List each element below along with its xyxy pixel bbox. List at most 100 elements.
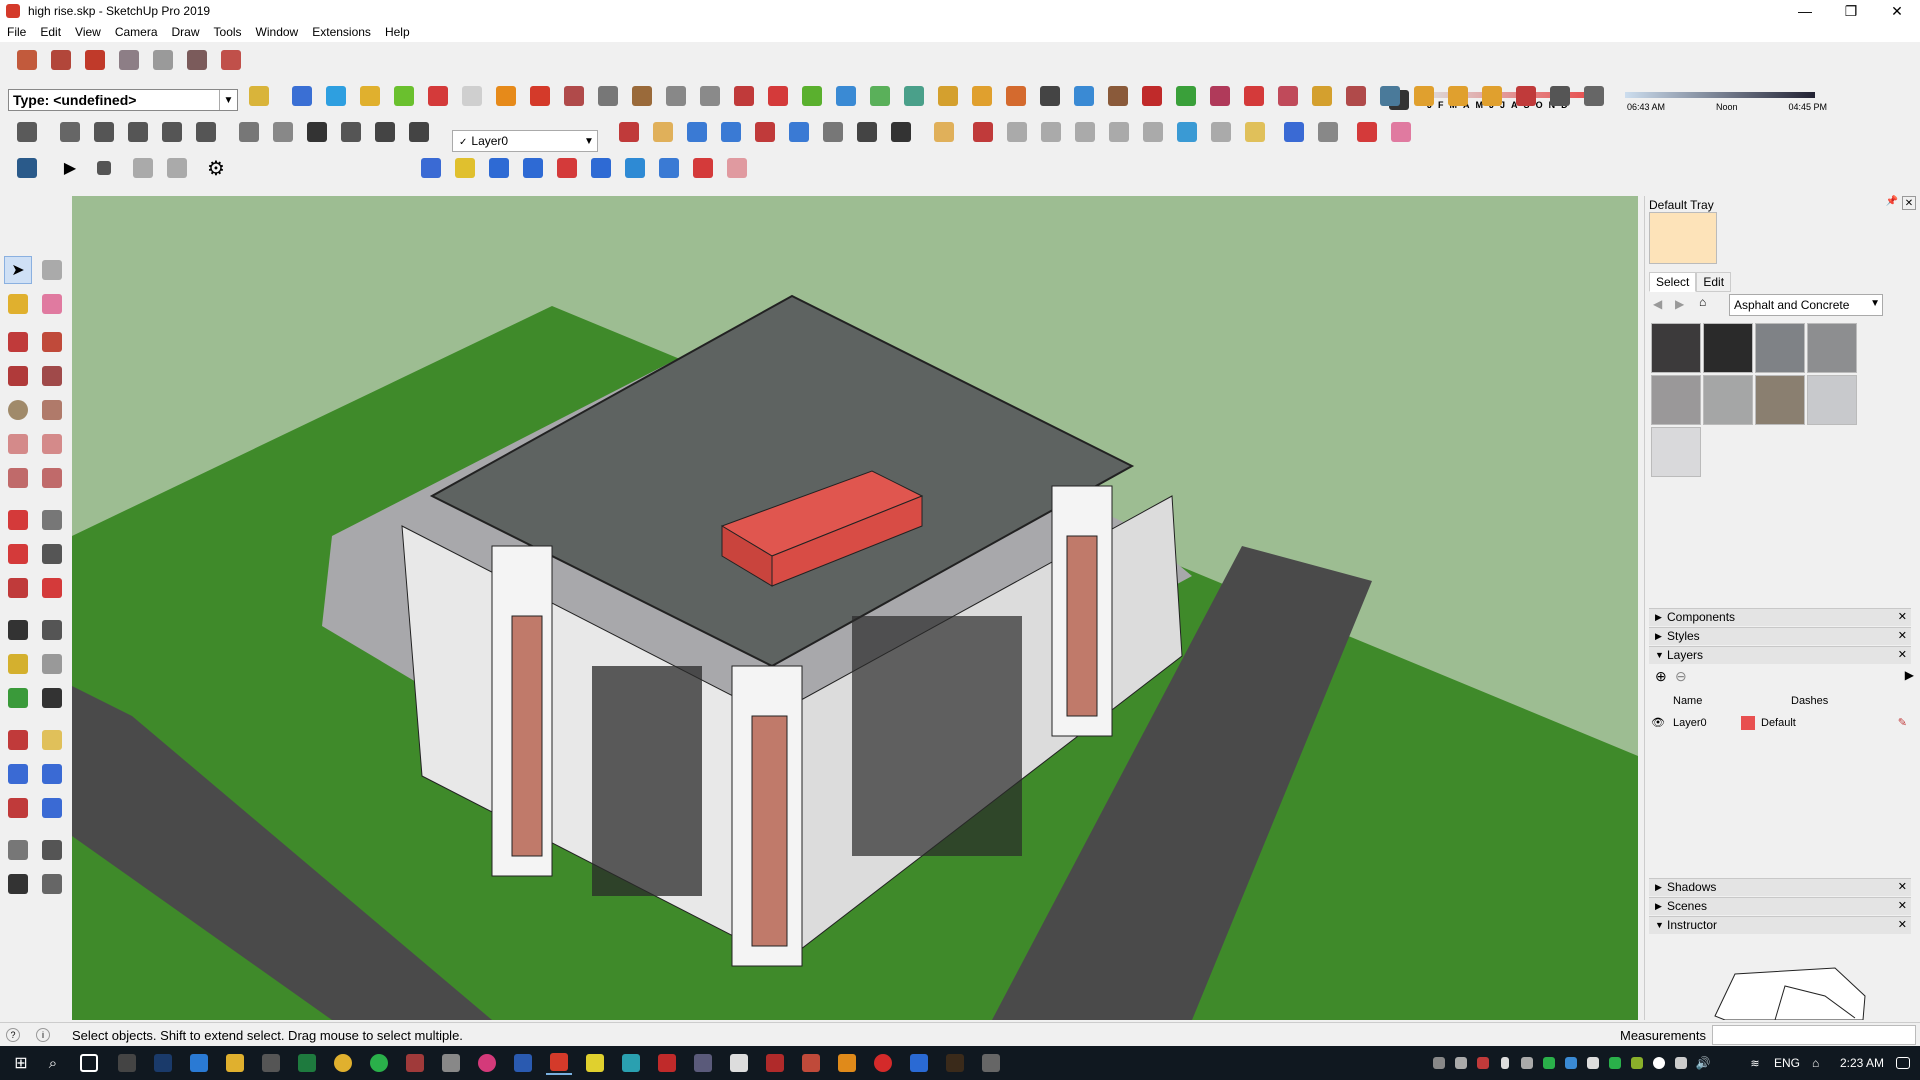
- task-view-icon[interactable]: [76, 1051, 102, 1075]
- loop-tool-button[interactable]: [492, 82, 520, 110]
- clock[interactable]: 2:23 AM: [1840, 1056, 1884, 1070]
- push-pull-tool[interactable]: [38, 506, 66, 534]
- eye-icon[interactable]: 👁: [1651, 716, 1665, 729]
- 3d-warehouse-button[interactable]: [13, 46, 41, 74]
- layer-dashes[interactable]: Default: [1761, 717, 1796, 729]
- curve-tool-button[interactable]: [696, 82, 724, 110]
- textured-style-button[interactable]: [371, 118, 399, 146]
- panel-instructor[interactable]: ▼ Instructor ✕: [1649, 916, 1911, 934]
- app-icon[interactable]: [618, 1051, 644, 1075]
- pan-tool-button[interactable]: [649, 118, 677, 146]
- word-icon[interactable]: [510, 1051, 536, 1075]
- layer-color-swatch[interactable]: [1741, 716, 1755, 730]
- material-browser-button[interactable]: [451, 154, 479, 182]
- dimension-tool[interactable]: [38, 616, 66, 644]
- scale-plus-button[interactable]: [832, 82, 860, 110]
- circle-tool-button[interactable]: [1037, 118, 1065, 146]
- close-button[interactable]: ✕: [1874, 0, 1920, 22]
- shell-button[interactable]: [458, 82, 486, 110]
- layer-details-icon[interactable]: ▶: [1905, 668, 1914, 682]
- store-icon[interactable]: [258, 1051, 284, 1075]
- volume-icon[interactable]: 🔊: [1690, 1051, 1716, 1075]
- zoom-tool-button[interactable]: [683, 118, 711, 146]
- chrome-icon[interactable]: [330, 1051, 356, 1075]
- flip-edge-button[interactable]: [217, 46, 245, 74]
- home-icon[interactable]: ⌂: [1699, 295, 1706, 309]
- rotate-tool[interactable]: [4, 540, 32, 568]
- position-camera-button[interactable]: [819, 118, 847, 146]
- solid-split-button[interactable]: [424, 82, 452, 110]
- material-collection-select[interactable]: Asphalt and Concrete ▼: [1729, 294, 1883, 316]
- component-options-button[interactable]: [13, 118, 41, 146]
- app-icon[interactable]: [474, 1051, 500, 1075]
- align-tool-button[interactable]: [587, 154, 615, 182]
- material-swatch[interactable]: [1807, 323, 1857, 373]
- rotated-rectangle-tool[interactable]: [38, 362, 66, 390]
- close-icon[interactable]: ✕: [1902, 196, 1916, 210]
- ellipse-tool-button[interactable]: [1105, 118, 1133, 146]
- clear-scene-button[interactable]: [163, 154, 191, 182]
- tile2-tool-button[interactable]: [1444, 82, 1472, 110]
- close-icon[interactable]: ✕: [1898, 899, 1907, 912]
- back-view-button[interactable]: [192, 118, 220, 146]
- material-swatch[interactable]: [1755, 323, 1805, 373]
- scale-tool[interactable]: [4, 574, 32, 602]
- previous-view-tool[interactable]: [38, 794, 66, 822]
- flip-tool-button[interactable]: [621, 154, 649, 182]
- extension-warehouse-button[interactable]: [81, 46, 109, 74]
- sketchup-taskbar-icon[interactable]: [546, 1051, 572, 1075]
- arc-tool-button[interactable]: [1173, 118, 1201, 146]
- tile-tool-button[interactable]: [1410, 82, 1438, 110]
- layer-select[interactable]: ✓ Layer0 ▼: [452, 130, 598, 152]
- material-swatch[interactable]: [1703, 323, 1753, 373]
- move-down-button[interactable]: [553, 154, 581, 182]
- array-tool-button[interactable]: [798, 82, 826, 110]
- two-point-arc-tool[interactable]: [38, 430, 66, 458]
- menu-tools[interactable]: Tools: [207, 25, 249, 39]
- push-pull-button[interactable]: [485, 154, 513, 182]
- move-plus-button[interactable]: [764, 82, 792, 110]
- autocad-icon[interactable]: [654, 1051, 680, 1075]
- right-view-button[interactable]: [158, 118, 186, 146]
- home-icon[interactable]: [303, 118, 331, 146]
- play-button[interactable]: ▶: [56, 154, 84, 182]
- pan-tool[interactable]: [38, 726, 66, 754]
- forward-arrow-icon[interactable]: ▶: [1675, 297, 1684, 311]
- look-around-tool[interactable]: [38, 836, 66, 864]
- close-icon[interactable]: ✕: [1898, 880, 1907, 893]
- text-tool[interactable]: [38, 650, 66, 678]
- close-icon[interactable]: ✕: [1898, 918, 1907, 931]
- hand-tool-button[interactable]: [723, 154, 751, 182]
- panel-layers[interactable]: ▼ Layers ✕: [1649, 646, 1911, 664]
- menu-draw[interactable]: Draw: [165, 25, 207, 39]
- undo-arc-button[interactable]: [1138, 82, 1166, 110]
- eraser-tool[interactable]: [38, 290, 66, 318]
- photoshop-icon[interactable]: [150, 1051, 176, 1075]
- network-icon[interactable]: ⌂: [1812, 1056, 1819, 1070]
- material-swatch[interactable]: [1651, 323, 1701, 373]
- paint-bucket-tool[interactable]: [4, 290, 32, 318]
- tab-edit[interactable]: Edit: [1696, 272, 1732, 292]
- calculator-icon[interactable]: [114, 1051, 140, 1075]
- round-corner-button[interactable]: [968, 82, 996, 110]
- spin-tool-button[interactable]: [1036, 82, 1064, 110]
- pyramid-tool-button[interactable]: [900, 82, 928, 110]
- cone-tool-button[interactable]: [866, 82, 894, 110]
- app-icon[interactable]: [798, 1051, 824, 1075]
- gear-icon[interactable]: ⚙: [202, 154, 230, 182]
- top-view-button[interactable]: [90, 118, 118, 146]
- line-tool[interactable]: [4, 328, 32, 356]
- zoom-window-tool[interactable]: [38, 760, 66, 788]
- section-plane-tool[interactable]: [38, 870, 66, 898]
- freehand-tool[interactable]: [38, 328, 66, 356]
- time-slider[interactable]: [1625, 92, 1815, 98]
- excel-icon[interactable]: [294, 1051, 320, 1075]
- sandbox-tool-button[interactable]: [115, 46, 143, 74]
- section-plane-button[interactable]: [930, 118, 958, 146]
- transform-tool-button[interactable]: [1314, 118, 1342, 146]
- bridge-icon[interactable]: [942, 1051, 968, 1075]
- pencil-icon[interactable]: ✎: [1898, 716, 1907, 729]
- app-icon[interactable]: [402, 1051, 428, 1075]
- app-icon[interactable]: [438, 1051, 464, 1075]
- warning-tool-button[interactable]: [934, 82, 962, 110]
